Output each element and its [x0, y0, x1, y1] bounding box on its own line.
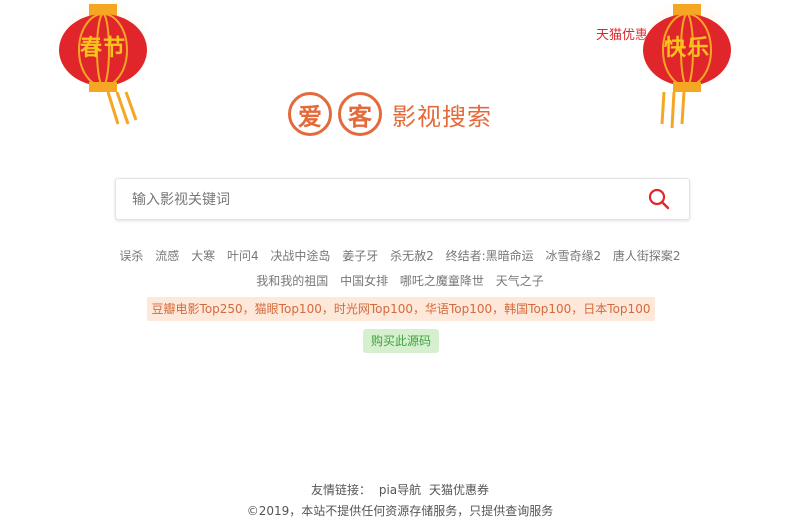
- hot-keyword[interactable]: 唐人街探案2: [613, 249, 681, 263]
- lantern-right-text: 快乐: [663, 36, 710, 61]
- hot-keyword[interactable]: 姜子牙: [342, 249, 378, 263]
- footer-links-label: 友情链接：: [311, 483, 372, 497]
- hot-keyword[interactable]: 哪吒之魔童降世: [400, 274, 484, 288]
- footer-links: 友情链接： pia导航 天猫优惠券: [0, 481, 800, 498]
- hot-keyword[interactable]: 决战中途岛: [270, 249, 330, 263]
- hot-keyword[interactable]: 天气之子: [496, 274, 544, 288]
- hot-keywords: 误杀 流感 大寒 叶问4 决战中途岛 姜子牙 杀无赦2 终结者:黑暗命运 冰雪奇…: [100, 244, 700, 294]
- hot-keywords-row-2: 我和我的祖国 中国女排 哪吒之魔童降世 天气之子: [100, 269, 700, 294]
- search-button[interactable]: [647, 187, 671, 211]
- buy-source-button[interactable]: 购买此源码: [363, 329, 439, 353]
- logo-seal-1: 爱: [288, 92, 332, 136]
- lantern-right-icon: [632, 0, 742, 129]
- footer-link-tmall[interactable]: 天猫优惠券: [429, 483, 489, 497]
- hot-keyword[interactable]: 冰雪奇缘2: [545, 249, 601, 263]
- footer-copyright: ©2019，本站不提供任何资源存储服务，只提供查询服务: [246, 504, 554, 518]
- logo-text: 影视搜索: [392, 102, 492, 131]
- logo-seal-2: 客: [338, 92, 382, 136]
- search-input[interactable]: [130, 187, 614, 213]
- lantern-left-icon: [48, 0, 158, 125]
- hot-keyword[interactable]: 中国女排: [340, 274, 388, 288]
- page: 春节 天猫优惠券 快乐 爱 客 影视搜索: [0, 0, 800, 524]
- footer-link-pia[interactable]: pia导航: [379, 483, 421, 497]
- lantern-left-text: 春节: [79, 36, 126, 61]
- hot-keyword[interactable]: 误杀: [119, 249, 143, 263]
- hot-keyword[interactable]: 杀无赦2: [390, 249, 434, 263]
- site-logo[interactable]: 爱 客 影视搜索: [288, 86, 492, 142]
- hot-keywords-row-1: 误杀 流感 大寒 叶问4 决战中途岛 姜子牙 杀无赦2 终结者:黑暗命运 冰雪奇…: [100, 244, 700, 269]
- lantern-right: 快乐: [632, 0, 742, 130]
- hot-keyword[interactable]: 大寒: [191, 249, 215, 263]
- lantern-left: 春节: [48, 0, 158, 130]
- hot-keyword[interactable]: 叶问4: [227, 249, 259, 263]
- hot-keyword[interactable]: 我和我的祖国: [256, 274, 328, 288]
- hot-keyword[interactable]: 流感: [155, 249, 179, 263]
- hot-keyword[interactable]: 终结者:黑暗命运: [446, 249, 534, 263]
- rank-lists-link[interactable]: 豆瓣电影Top250，猫眼Top100，时光网Top100，华语Top100，韩…: [147, 297, 655, 321]
- search-box: [115, 178, 690, 220]
- search-icon: [648, 188, 670, 210]
